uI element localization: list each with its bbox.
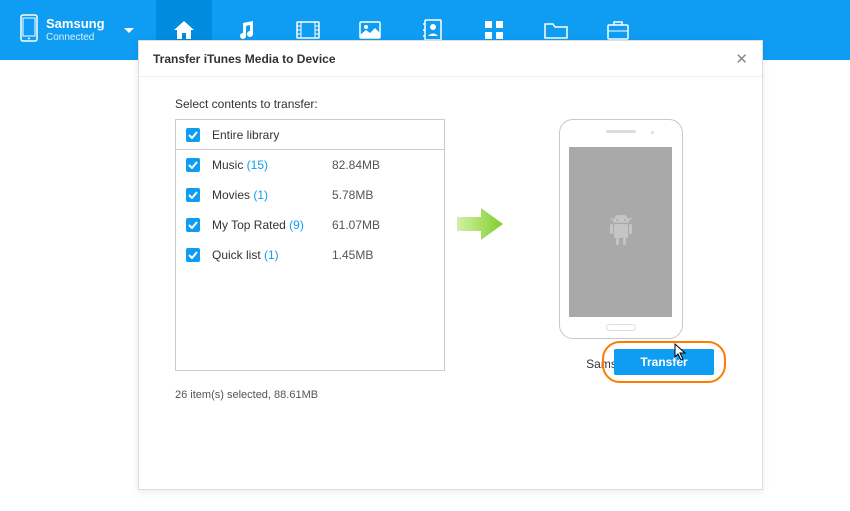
home-icon xyxy=(172,19,196,41)
entire-library-row[interactable]: Entire library xyxy=(176,120,444,150)
item-count: (9) xyxy=(289,218,304,232)
device-selector[interactable]: Samsung Connected xyxy=(8,14,138,47)
entire-label: Entire library xyxy=(212,128,279,142)
list-item[interactable]: Movies (1)5.78MB xyxy=(176,180,444,210)
list-item[interactable]: Quick list (1)1.45MB xyxy=(176,240,444,270)
item-size: 82.84MB xyxy=(332,158,380,172)
image-icon xyxy=(359,21,381,39)
modal-title: Transfer iTunes Media to Device xyxy=(153,52,336,66)
film-icon xyxy=(296,21,320,39)
device-status: Connected xyxy=(46,32,105,44)
phone-icon xyxy=(20,14,38,47)
transfer-arrow xyxy=(445,119,515,329)
chevron-down-icon xyxy=(124,21,134,39)
item-count: (1) xyxy=(264,248,279,262)
selection-summary: 26 item(s) selected, 88.61MB xyxy=(175,389,726,401)
transfer-highlight: Transfer xyxy=(602,341,726,383)
list-item[interactable]: My Top Rated (9)61.07MB xyxy=(176,210,444,240)
close-icon[interactable]: ✕ xyxy=(735,50,748,68)
list-item[interactable]: Music (15)82.84MB xyxy=(176,150,444,180)
checkbox[interactable] xyxy=(186,248,200,262)
checkbox[interactable] xyxy=(186,188,200,202)
transfer-modal: Transfer iTunes Media to Device ✕ Select… xyxy=(138,40,763,490)
item-label: Music (15) xyxy=(212,158,332,172)
checkbox[interactable] xyxy=(186,218,200,232)
content-list: Entire library Music (15)82.84MBMovies (… xyxy=(175,119,445,371)
briefcase-icon xyxy=(607,20,629,40)
folder-icon xyxy=(544,21,568,39)
item-label: Quick list (1) xyxy=(212,248,332,262)
cursor-icon xyxy=(674,343,688,366)
item-size: 5.78MB xyxy=(332,188,373,202)
transfer-button[interactable]: Transfer xyxy=(614,349,714,375)
arrow-right-icon xyxy=(455,205,505,243)
checkbox[interactable] xyxy=(186,158,200,172)
item-count: (1) xyxy=(253,188,268,202)
item-count: (15) xyxy=(247,158,268,172)
target-phone xyxy=(559,119,683,339)
item-label: Movies (1) xyxy=(212,188,332,202)
checkbox-entire[interactable] xyxy=(186,128,200,142)
item-label: My Top Rated (9) xyxy=(212,218,332,232)
device-name: Samsung xyxy=(46,16,105,32)
item-size: 61.07MB xyxy=(332,218,380,232)
modal-subtitle: Select contents to transfer: xyxy=(175,97,726,111)
contacts-icon xyxy=(422,19,442,41)
android-icon xyxy=(606,215,636,249)
item-size: 1.45MB xyxy=(332,248,373,262)
music-icon xyxy=(235,19,257,41)
apps-icon xyxy=(484,20,504,40)
modal-header: Transfer iTunes Media to Device ✕ xyxy=(139,41,762,77)
